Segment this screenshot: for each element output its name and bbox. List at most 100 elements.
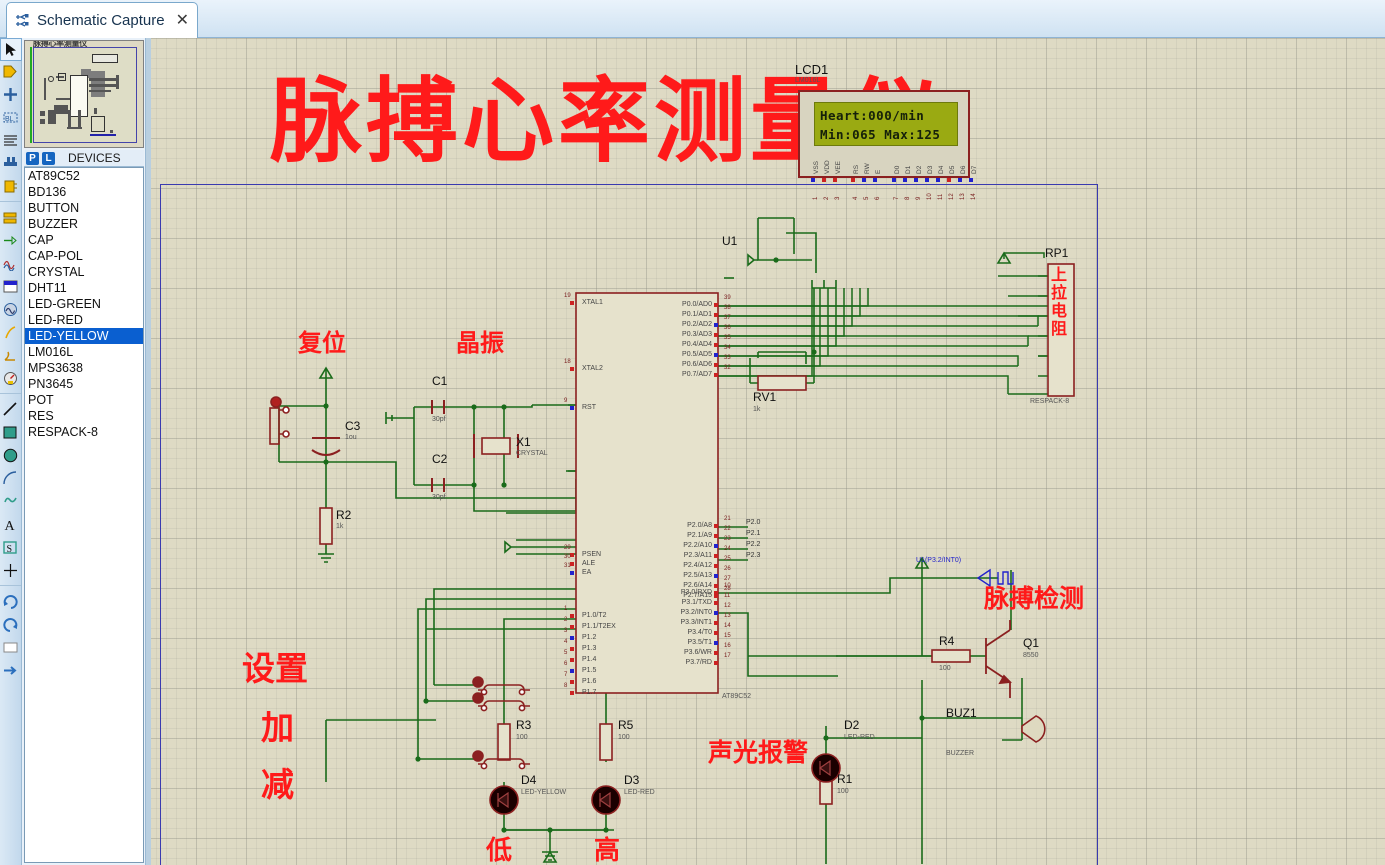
schematic-canvas[interactable]: 脉搏心率测量仪 Heart:000/min Min:065 Max:125 LC…	[146, 38, 1385, 865]
box-icon[interactable]	[0, 422, 22, 445]
lcd-pin-number: 5	[864, 196, 870, 200]
path-icon[interactable]	[0, 491, 22, 514]
device-list-item[interactable]: LM016L	[25, 344, 143, 360]
terminal-icon[interactable]	[0, 207, 22, 230]
devices-list[interactable]: AT89C52 BD136 BUTTON BUZZER CAP CAP-POL CRYSTA…	[24, 167, 144, 863]
device-list-item[interactable]: LED-RED	[25, 312, 143, 328]
device-list-item[interactable]: DHT11	[25, 280, 143, 296]
device-list-item[interactable]: BUZZER	[25, 216, 143, 232]
mcu-pin-number: 22	[724, 526, 731, 532]
device-list-item[interactable]: AT89C52	[25, 168, 143, 184]
mcu-pin-pad	[714, 554, 718, 558]
left-toolbar: BL A S	[0, 38, 22, 865]
mcu-pin-pad	[714, 661, 718, 665]
tab-schematic-capture[interactable]: Schematic Capture ✕	[6, 2, 198, 38]
mcu-pin-pad	[714, 373, 718, 377]
device-list-item[interactable]: PN3645	[25, 376, 143, 392]
mcu-pin-pad	[714, 564, 718, 568]
mcu-pin-label: XTAL1	[582, 299, 603, 306]
mcu-pin-pad	[714, 651, 718, 655]
device-pin-icon[interactable]	[0, 230, 22, 253]
mcu-pin-label: RST	[582, 404, 596, 411]
lcd-pin-number: 9	[916, 196, 922, 200]
lcd-pin-pad	[947, 178, 951, 182]
selection-arrow-icon[interactable]	[0, 38, 22, 61]
tab-bar: Schematic Capture ✕	[0, 0, 1385, 38]
val-R3: 100	[516, 734, 528, 741]
device-list-item[interactable]: POT	[25, 392, 143, 408]
lcd-pin-label: D7	[971, 165, 978, 174]
val-RV1: 1k	[753, 406, 761, 413]
subcircuit-icon[interactable]	[0, 176, 22, 199]
rotate-clockwise-icon[interactable]	[0, 591, 22, 614]
device-list-item[interactable]: RES	[25, 408, 143, 424]
pick-devices-button[interactable]: P	[26, 151, 39, 165]
lcd-pin-number: 10	[927, 193, 933, 200]
text-script-icon[interactable]	[0, 130, 22, 153]
mcu-pin-label: P0.5/AD5	[682, 351, 712, 358]
lcd-pin-label: E	[875, 169, 882, 174]
current-probe-icon[interactable]	[0, 345, 22, 368]
val-C3: 1ou	[345, 434, 357, 441]
lcd-pin-pad	[925, 178, 929, 182]
val-R1: 100	[837, 788, 849, 795]
device-list-item[interactable]: MPS3638	[25, 360, 143, 376]
device-list-item[interactable]: BD136	[25, 184, 143, 200]
lcd-pin-number: 2	[824, 196, 830, 200]
mcu-pin-number: 18	[564, 359, 571, 365]
mcu-pin-number: 24	[724, 546, 731, 552]
mcu-pin-pad	[570, 571, 574, 575]
marker-icon[interactable]	[0, 560, 22, 583]
lcd-pin-pad	[903, 178, 907, 182]
wire-label-icon[interactable]: BL	[0, 107, 22, 130]
device-list-item[interactable]: LED-GREEN	[25, 296, 143, 312]
component-mode-icon[interactable]	[0, 61, 22, 84]
voltage-probe-icon[interactable]	[0, 322, 22, 345]
mcu-pin-pad	[570, 636, 574, 640]
symbol-icon[interactable]: S	[0, 537, 22, 560]
rotate-anticlockwise-icon[interactable]	[0, 614, 22, 637]
device-list-item[interactable]: BUTTON	[25, 200, 143, 216]
mcu-pin-label: P3.6/WR	[683, 649, 712, 656]
mcu-pin-number: 8	[564, 683, 568, 689]
close-icon[interactable]: ✕	[176, 12, 189, 29]
lcd-pin-label: VSS	[813, 160, 820, 174]
mcu-pin-number: 32	[724, 365, 731, 371]
text-icon[interactable]: A	[0, 514, 22, 537]
mcu-pin-pad	[714, 313, 718, 317]
devices-label: DEVICES	[68, 151, 121, 165]
mcu-pin-label: P0.1/AD1	[682, 311, 712, 318]
junction-dot-icon[interactable]	[0, 84, 22, 107]
mcu-pin-label: P1.4	[582, 656, 597, 663]
mcu-pin-label: P1.0/T2	[582, 612, 607, 619]
lcd-pin-pad	[936, 178, 940, 182]
mirror-vertical-icon[interactable]	[0, 660, 22, 683]
mcu-pin-number: 1	[564, 606, 568, 612]
device-list-item[interactable]: CRYSTAL	[25, 264, 143, 280]
overview-panel[interactable]: 脉搏心率测量仪	[24, 40, 144, 148]
mcu-pin-label: XTAL2	[582, 365, 603, 372]
mcu-pin-pad	[714, 574, 718, 578]
mcu-pin-pad	[714, 641, 718, 645]
line-icon[interactable]	[0, 399, 22, 422]
virtual-instrument-icon[interactable]	[0, 368, 22, 391]
device-list-item[interactable]: CAP-POL	[25, 248, 143, 264]
mcu-pin-pad	[570, 680, 574, 684]
generator-icon[interactable]	[0, 299, 22, 322]
mirror-horizontal-icon[interactable]	[0, 637, 22, 660]
arc-icon[interactable]	[0, 468, 22, 491]
device-list-item[interactable]: LED-YELLOW	[25, 328, 143, 344]
library-button[interactable]: L	[42, 151, 55, 165]
mcu-pin-pad	[714, 343, 718, 347]
graph-icon[interactable]	[0, 253, 22, 276]
mcu-pin-label: P1.2	[582, 634, 597, 641]
device-list-item[interactable]: RESPACK-8	[25, 424, 143, 440]
tape-recorder-icon[interactable]	[0, 276, 22, 299]
device-list-item[interactable]: CAP	[25, 232, 143, 248]
bus-icon[interactable]	[0, 153, 22, 176]
ref-D4: D4	[521, 773, 537, 787]
mcu-pin-label: P0.0/AD0	[682, 301, 712, 308]
val-C2: 30pf	[432, 494, 446, 501]
circle-icon[interactable]	[0, 445, 22, 468]
mcu-pin-number: 19	[564, 293, 571, 299]
